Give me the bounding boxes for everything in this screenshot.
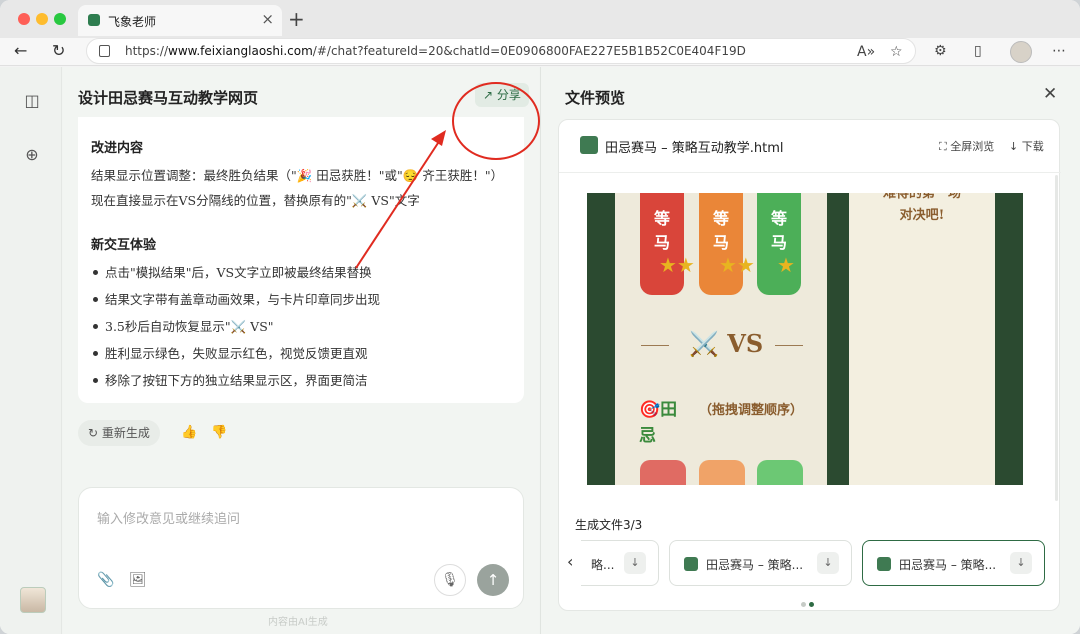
reload-icon[interactable]: ↻ (52, 40, 65, 62)
horse-card-green[interactable]: 等马 (757, 193, 801, 295)
maximize-window-button[interactable] (54, 13, 66, 25)
address-bar: ← ↻ https://www.feixianglaoshi.com/#/cha… (0, 38, 1080, 66)
favicon-icon (88, 14, 100, 26)
more-menu-icon[interactable]: ⋯ (1052, 41, 1066, 61)
url-field[interactable]: https://www.feixianglaoshi.com/#/chat?fe… (86, 38, 916, 64)
divider (559, 172, 1061, 173)
preview-card: 田忌赛马 – 策略互动教学.html ⛶ 全屏浏览 ↓ 下载 等马 等马 等马 … (558, 119, 1061, 611)
image-upload-icon[interactable]: 🖼 (129, 572, 147, 588)
vs-label: ⚔️ VS (689, 329, 764, 358)
fullscreen-button[interactable]: ⛶ 全屏浏览 (939, 138, 994, 154)
download-button[interactable]: ↓ 下载 (1009, 138, 1044, 154)
file-name: 田忌赛马 – 策略互动教学.html (605, 141, 784, 156)
read-aloud-icon[interactable]: A» (857, 42, 875, 62)
list-item: 点击"模拟结果"后，VS文字立即被最终结果替换 (91, 259, 380, 286)
file-chip[interactable]: 略... ↓ (581, 540, 659, 586)
left-rail: ◫ ⊕ (0, 67, 62, 634)
ai-disclaimer: 内容由AI生成 (268, 617, 328, 628)
game-border (587, 193, 615, 485)
microphone-icon[interactable]: 🎙 (434, 564, 466, 596)
back-icon[interactable]: ← (14, 40, 27, 62)
html-file-icon (877, 557, 891, 571)
bullet-list: 点击"模拟结果"后，VS文字立即被最终结果替换 结果文字带有盖章动画效果，与卡片… (91, 259, 380, 394)
close-preview-icon[interactable]: ✕ (1043, 84, 1057, 104)
close-window-button[interactable] (18, 13, 30, 25)
download-icon[interactable]: ↓ (624, 552, 646, 574)
list-item: 移除了按钮下方的独立结果显示区，界面更简洁 (91, 367, 380, 394)
html-preview[interactable]: 等马 等马 等马 ★★ ★★ ★ ⚔️ VS 🎯田忌 （拖拽调整顺序） 难得的第… (587, 193, 1023, 485)
profile-avatar[interactable] (1010, 41, 1032, 63)
sidebar-toggle-icon[interactable]: ◫ (22, 91, 42, 111)
game-border (995, 193, 1023, 485)
new-tab-button[interactable]: + (288, 7, 305, 31)
game-border (827, 193, 849, 485)
download-icon[interactable]: ↓ (1010, 552, 1032, 574)
section-text: 结果显示位置调整：最终胜负结果（"🎉 田忌获胜！"或"😔 齐王获胜！"）现在直接… (91, 168, 497, 208)
annotation-circle (452, 82, 540, 160)
horse-card-green[interactable] (757, 460, 803, 485)
star-icon: ★ (777, 253, 795, 277)
list-item: 胜利显示绿色，失败显示红色，视觉反馈更直观 (91, 340, 380, 367)
extensions-icon[interactable]: ⚙ (934, 41, 947, 61)
html-file-icon (580, 136, 598, 154)
game-board: 等马 等马 等马 ★★ ★★ ★ ⚔️ VS 🎯田忌 （拖拽调整顺序） (615, 193, 827, 485)
download-icon[interactable]: ↓ (817, 552, 839, 574)
browser-tab[interactable]: 飞象老师 × (78, 5, 282, 36)
thumbs-down-icon[interactable]: 👎 (211, 425, 227, 440)
game-side-panel: 难得的第一场 对决吧! (849, 193, 995, 485)
preview-pane: 文件预览 ✕ 田忌赛马 – 策略互动教学.html ⛶ 全屏浏览 ↓ 下载 等马… (540, 67, 1080, 634)
vs-divider-right (775, 345, 803, 346)
assistant-message: 改进内容 结果显示位置调整：最终胜负结果（"🎉 田忌获胜！"或"😔 齐王获胜！"… (78, 117, 524, 403)
file-chip[interactable]: 田忌赛马 – 策略... ↓ (669, 540, 852, 586)
generated-files-label: 生成文件3/3 (575, 518, 643, 532)
chat-pane: 设计田忌赛马互动教学网页 ↗ 分享 改进内容 结果显示位置调整：最终胜负结果（"… (63, 67, 539, 634)
chat-title: 设计田忌赛马互动教学网页 (78, 89, 259, 107)
regenerate-button[interactable]: ↻ 重新生成 (78, 420, 160, 446)
page-dot-active[interactable] (809, 602, 814, 607)
lock-icon (99, 45, 110, 57)
html-file-icon (684, 557, 698, 571)
horse-card-orange[interactable]: 等马 (699, 193, 743, 295)
section-title: 新交互体验 (91, 238, 157, 253)
attachment-icon[interactable]: 📎 (97, 572, 114, 588)
tab-close-icon[interactable]: × (261, 10, 274, 28)
file-chip-active[interactable]: 田忌赛马 – 策略... ↓ (862, 540, 1045, 586)
preview-scrollbar[interactable] (1055, 175, 1058, 501)
side-panel-text: 难得的第一场 对决吧! (882, 193, 961, 223)
chevron-left-icon[interactable]: ‹ (567, 552, 573, 571)
horse-card-red[interactable]: 等马 (640, 193, 684, 295)
message-input[interactable]: 输入修改意见或继续追问 📎 🖼 🎙 ↑ (78, 487, 524, 609)
url-text: https://www.feixianglaoshi.com/#/chat?fe… (125, 44, 746, 58)
drag-hint: （拖拽调整顺序） (699, 403, 804, 418)
app-area: ◫ ⊕ 设计田忌赛马互动教学网页 ↗ 分享 改进内容 结果显示位置调整：最终胜负… (0, 67, 1080, 634)
list-item: 3.5秒后自动恢复显示"⚔️ VS" (91, 313, 380, 340)
tab-title: 飞象老师 (108, 15, 157, 29)
tab-bar: 飞象老师 × + (0, 0, 1080, 38)
vs-divider-left (641, 345, 669, 346)
split-screen-icon[interactable]: ▯ (974, 41, 982, 61)
input-placeholder: 输入修改意见或继续追问 (97, 512, 241, 527)
star-icon: ★★ (719, 253, 755, 277)
preview-title: 文件预览 (565, 89, 626, 107)
favorite-star-icon[interactable]: ☆ (890, 42, 903, 62)
horse-card-red[interactable] (640, 460, 686, 485)
thumbs-up-icon[interactable]: 👍 (181, 425, 197, 440)
browser-window: 飞象老师 × + ← ↻ https://www.feixianglaoshi.… (0, 0, 1080, 634)
section-title: 改进内容 (91, 141, 144, 156)
new-chat-icon[interactable]: ⊕ (22, 145, 42, 165)
minimize-window-button[interactable] (36, 13, 48, 25)
horse-card-orange[interactable] (699, 460, 745, 485)
send-button[interactable]: ↑ (477, 564, 509, 596)
list-item: 结果文字带有盖章动画效果，与卡片印章同步出现 (91, 286, 380, 313)
user-avatar[interactable] (20, 587, 46, 613)
page-dot[interactable] (801, 602, 806, 607)
tianji-label: 🎯田忌 (639, 400, 678, 446)
pagination-dots (801, 596, 817, 611)
star-icon: ★★ (659, 253, 695, 277)
